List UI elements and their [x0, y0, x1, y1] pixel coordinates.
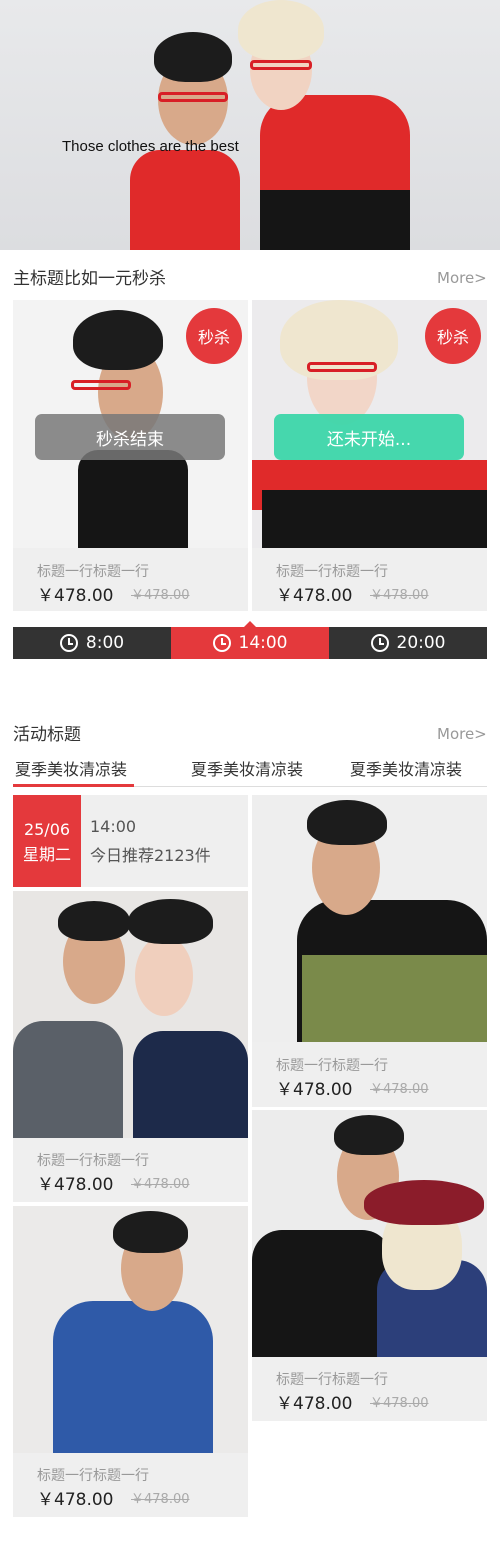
- product-price: ￥478.00: [37, 586, 114, 606]
- time-slot-20[interactable]: 20:00: [329, 627, 487, 659]
- activity-recommend-count: 今日推荐2123件: [90, 846, 211, 865]
- product-old-price: ￥478.00: [131, 1492, 190, 1507]
- product-title: 标题一行标题一行: [276, 1058, 388, 1074]
- product-image: 秒杀 秒杀结束: [13, 300, 248, 548]
- date-badge: 25/06 星期二: [13, 795, 81, 887]
- activity-section-title: 活动标题: [13, 725, 81, 745]
- hero-caption: Those clothes are the best: [62, 138, 239, 155]
- time-slot-14[interactable]: 14:00: [171, 621, 329, 659]
- product-old-price: ￥478.00: [370, 1082, 429, 1097]
- product-title: 标题一行标题一行: [276, 564, 388, 580]
- product-title: 标题一行标题一行: [37, 1468, 149, 1484]
- product-card[interactable]: 标题一行标题一行 ￥478.00 ￥478.00: [13, 1206, 248, 1517]
- product-old-price: ￥478.00: [131, 1177, 190, 1192]
- product-title: 标题一行标题一行: [276, 1372, 388, 1388]
- status-ended-button[interactable]: 秒杀结束: [35, 414, 225, 460]
- product-price: ￥478.00: [37, 1490, 114, 1510]
- activity-tabs: 夏季美妆清凉装 夏季美妆清凉装 夏季美妆清凉装: [13, 757, 487, 787]
- tab-summary-2[interactable]: 夏季美妆清凉装: [191, 757, 303, 787]
- active-tab-indicator: [13, 784, 134, 787]
- product-image: 秒杀 还未开始...: [252, 300, 487, 548]
- product-title: 标题一行标题一行: [37, 564, 149, 580]
- product-image: [13, 891, 248, 1138]
- activity-time: 14:00: [90, 817, 137, 836]
- product-image: [252, 1110, 487, 1357]
- tab-summary-1[interactable]: 夏季美妆清凉装: [15, 757, 127, 787]
- product-card[interactable]: 标题一行标题一行 ￥478.00 ￥478.00: [252, 795, 487, 1107]
- time-slot-label: 8:00: [85, 633, 125, 653]
- product-image: [13, 1206, 248, 1453]
- product-price: ￥478.00: [276, 1080, 353, 1100]
- product-image: [252, 795, 487, 1042]
- product-card[interactable]: 标题一行标题一行 ￥478.00 ￥478.00: [13, 891, 248, 1202]
- activity-date-box: 25/06 星期二 14:00 今日推荐2123件: [13, 795, 248, 887]
- flash-section-title: 主标题比如一元秒杀: [13, 269, 166, 289]
- date-weekday: 星期二: [22, 845, 71, 864]
- flash-badge: 秒杀: [186, 308, 242, 364]
- flash-badge: 秒杀: [425, 308, 481, 364]
- time-slot-8[interactable]: 8:00: [13, 627, 171, 659]
- hero-banner[interactable]: Those clothes are the best: [0, 0, 500, 250]
- product-price: ￥478.00: [37, 1175, 114, 1195]
- flash-more-link[interactable]: More>: [437, 269, 487, 287]
- activity-more-link[interactable]: More>: [437, 725, 487, 743]
- clock-icon: [212, 634, 231, 652]
- tab-summary-3[interactable]: 夏季美妆清凉装: [350, 757, 462, 787]
- clock-icon: [370, 634, 389, 652]
- product-old-price: ￥478.00: [370, 588, 429, 603]
- page: Those clothes are the best 主标题比如一元秒杀 Mor…: [0, 0, 500, 1562]
- product-price: ￥478.00: [276, 1394, 353, 1414]
- flash-card[interactable]: 秒杀 秒杀结束 标题一行标题一行 ￥478.00 ￥478.00: [13, 300, 248, 611]
- product-card[interactable]: 标题一行标题一行 ￥478.00 ￥478.00: [252, 1110, 487, 1421]
- flash-card[interactable]: 秒杀 还未开始... 标题一行标题一行 ￥478.00 ￥478.00: [252, 300, 487, 611]
- flash-time-bar: 8:00 14:00 20:00: [13, 621, 487, 659]
- status-upcoming-button[interactable]: 还未开始...: [274, 414, 464, 460]
- time-slot-label: 20:00: [396, 633, 446, 653]
- product-old-price: ￥478.00: [131, 588, 190, 603]
- clock-icon: [59, 634, 78, 652]
- product-old-price: ￥478.00: [370, 1396, 429, 1411]
- date-day: 25/06: [23, 820, 71, 839]
- product-title: 标题一行标题一行: [37, 1153, 149, 1169]
- product-price: ￥478.00: [276, 586, 353, 606]
- hero-photo: [110, 0, 410, 250]
- time-slot-label: 14:00: [238, 633, 288, 653]
